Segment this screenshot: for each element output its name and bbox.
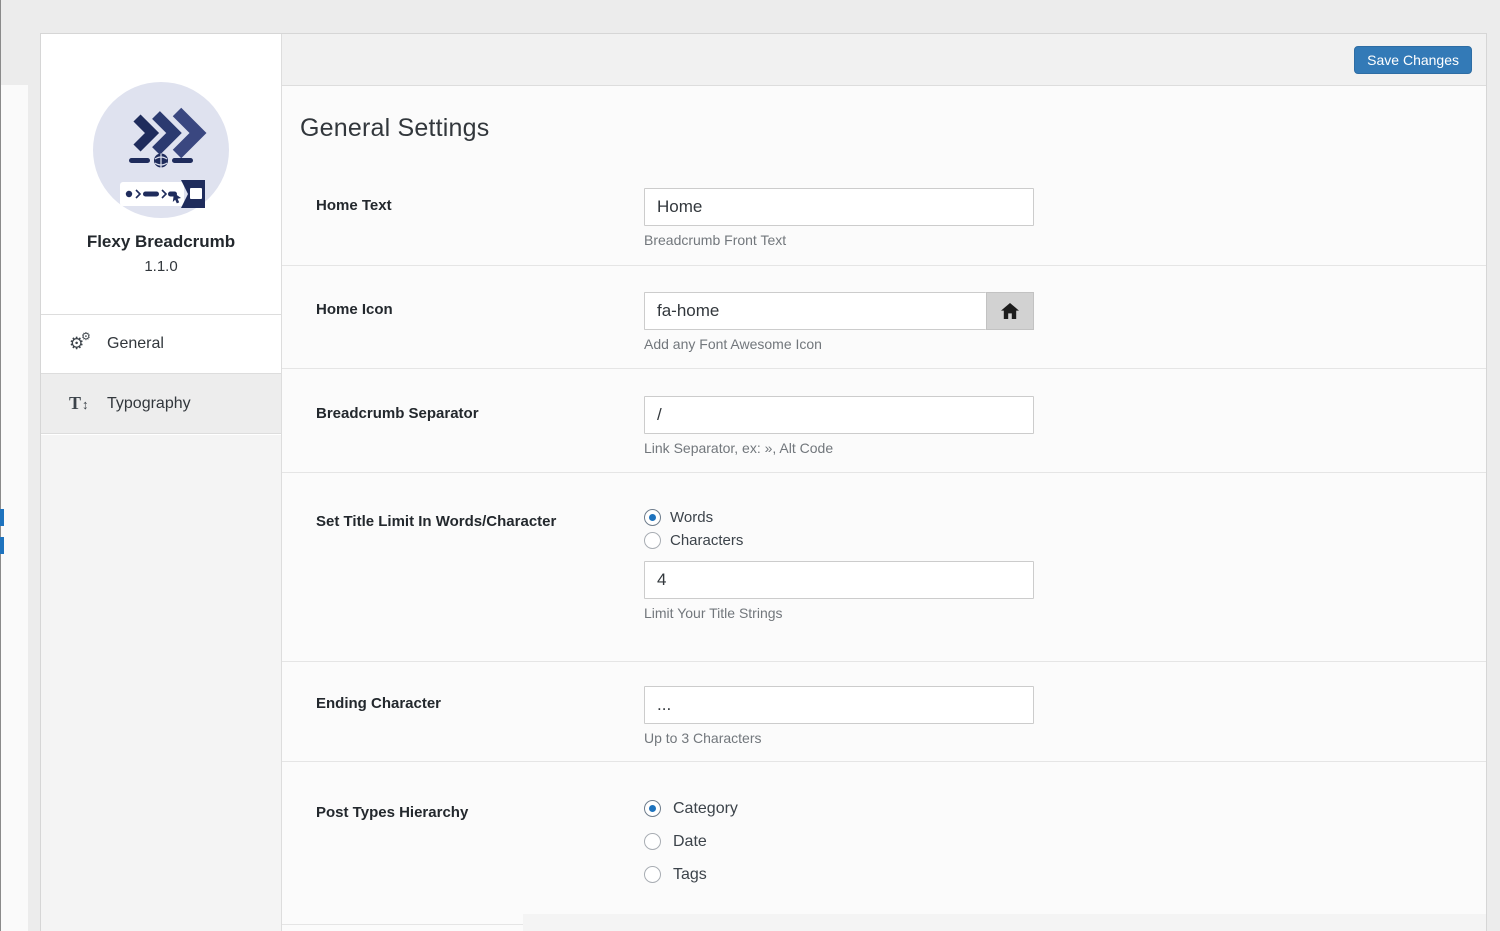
tab-typography[interactable]: T↕ Typography <box>41 374 281 434</box>
edge-blue-marker <box>0 509 4 526</box>
tab-typography-label: Typography <box>107 395 191 413</box>
sidebar: Flexy Breadcrumb 1.1.0 ⚙⚙ General T↕ Typ… <box>41 34 282 931</box>
main-header: Save Changes <box>282 34 1486 86</box>
settings-card: Flexy Breadcrumb 1.1.0 ⚙⚙ General T↕ Typ… <box>40 33 1487 931</box>
radio-words-label: Words <box>670 509 713 526</box>
tab-general[interactable]: ⚙⚙ General <box>41 314 281 374</box>
panel-footer <box>523 914 1486 931</box>
settings-row-home-text: Home Text Breadcrumb Front Text <box>282 172 1486 266</box>
radio-category[interactable]: Category <box>644 792 738 825</box>
home-icon-label: Home Icon <box>316 292 644 352</box>
home-text-help: Breadcrumb Front Text <box>644 232 1034 248</box>
title-limit-label: Set Title Limit In Words/Character <box>316 506 644 621</box>
text-height-icon: T↕ <box>69 393 99 414</box>
home-icon-addon-button[interactable] <box>986 292 1034 330</box>
main-panel: Save Changes General Settings Home Text … <box>282 34 1486 931</box>
radio-date-circle[interactable] <box>644 833 661 850</box>
home-icon-help: Add any Font Awesome Icon <box>644 336 1034 352</box>
home-icon-input[interactable] <box>644 292 986 330</box>
radio-words-circle[interactable] <box>644 509 661 526</box>
title-limit-input[interactable] <box>644 561 1034 599</box>
plugin-name: Flexy Breadcrumb <box>41 232 281 252</box>
ending-character-help: Up to 3 Characters <box>644 730 1034 746</box>
settings-row-separator: Breadcrumb Separator Link Separator, ex:… <box>282 369 1486 473</box>
separator-input[interactable] <box>644 396 1034 434</box>
admin-menu-strip <box>1 85 28 931</box>
radio-characters[interactable]: Characters <box>644 529 1034 552</box>
radio-date[interactable]: Date <box>644 825 738 858</box>
save-changes-button[interactable]: Save Changes <box>1354 46 1472 74</box>
ending-character-label: Ending Character <box>316 686 644 746</box>
radio-characters-circle[interactable] <box>644 532 661 549</box>
radio-date-label: Date <box>673 833 707 851</box>
sidebar-background <box>41 435 281 931</box>
separator-label: Breadcrumb Separator <box>316 396 644 456</box>
radio-tags-label: Tags <box>673 866 707 884</box>
page-title: General Settings <box>282 86 1486 172</box>
title-limit-help: Limit Your Title Strings <box>644 605 1034 621</box>
tab-general-label: General <box>107 335 164 353</box>
edge-blue-marker <box>0 537 4 554</box>
settings-row-ending-character: Ending Character Up to 3 Characters <box>282 662 1486 762</box>
plugin-version: 1.1.0 <box>41 258 281 275</box>
ending-character-input[interactable] <box>644 686 1034 724</box>
radio-category-circle[interactable] <box>644 800 661 817</box>
home-text-label: Home Text <box>316 188 644 248</box>
home-text-input[interactable] <box>644 188 1034 226</box>
settings-row-title-limit: Set Title Limit In Words/Character Words… <box>282 473 1486 662</box>
settings-row-home-icon: Home Icon Add any Font Awesome Icon <box>282 266 1486 369</box>
radio-characters-label: Characters <box>670 532 743 549</box>
radio-tags-circle[interactable] <box>644 866 661 883</box>
radio-category-label: Category <box>673 800 738 818</box>
plugin-branding: Flexy Breadcrumb 1.1.0 <box>41 34 281 314</box>
settings-row-post-types: Post Types Hierarchy Category Date Tags <box>282 762 1486 925</box>
post-types-label: Post Types Hierarchy <box>316 792 644 891</box>
gears-icon: ⚙⚙ <box>69 334 99 354</box>
plugin-logo <box>93 82 229 218</box>
separator-help: Link Separator, ex: », Alt Code <box>644 440 1034 456</box>
home-icon <box>1001 303 1019 319</box>
radio-words[interactable]: Words <box>644 506 1034 529</box>
radio-tags[interactable]: Tags <box>644 858 738 891</box>
